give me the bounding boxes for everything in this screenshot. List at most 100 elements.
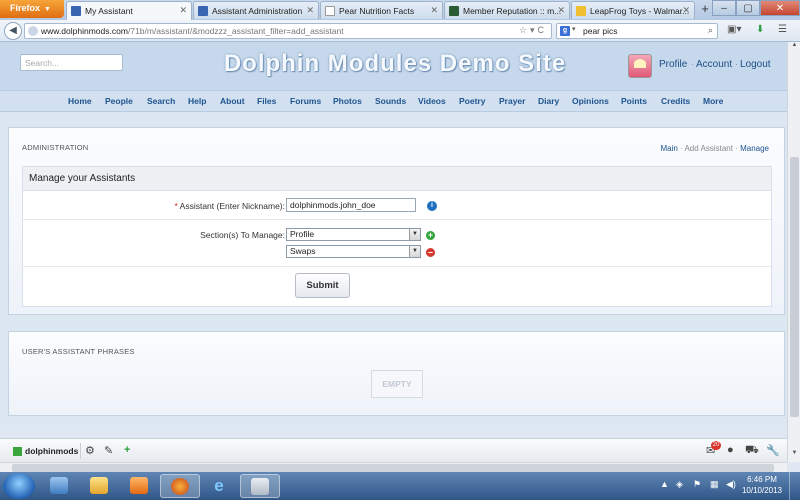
add-plus-icon[interactable]: + — [124, 444, 130, 456]
profile-link[interactable]: Profile — [659, 59, 687, 70]
avatar[interactable] — [628, 54, 652, 78]
menu-item-people[interactable]: People — [105, 96, 133, 106]
minimize-window-icon[interactable]: – — [712, 0, 736, 16]
user-icon[interactable]: ● — [727, 444, 734, 456]
menu-item-sounds[interactable]: Sounds — [375, 96, 406, 106]
menu-item-help[interactable]: Help — [188, 96, 206, 106]
close-tab-icon[interactable]: ✕ — [682, 5, 690, 16]
menu-item-opinions[interactable]: Opinions — [572, 96, 609, 106]
menu-item-photos[interactable]: Photos — [333, 96, 362, 106]
tab-label: Member Reputation :: m... — [463, 6, 562, 16]
taskbar-app-media-player[interactable] — [120, 474, 160, 498]
shield-app-icon — [50, 477, 68, 494]
taskbar-app-ie[interactable]: e — [200, 474, 240, 498]
notification-badge: 20 — [711, 441, 721, 450]
taskbar-app-shield[interactable] — [40, 474, 80, 498]
menu-item-credits[interactable]: Credits — [661, 96, 690, 106]
dock-username[interactable]: dolphinmods — [25, 446, 78, 456]
menu-item-about[interactable]: About — [220, 96, 245, 106]
network-icon[interactable]: ▦ — [710, 479, 719, 490]
browser-tab-my-assistant[interactable]: My Assistant ✕ — [66, 1, 192, 20]
download-arrow-icon[interactable]: ⬇ — [756, 24, 764, 35]
menu-item-search[interactable]: Search — [147, 96, 175, 106]
edit-icon[interactable]: ✎ — [104, 444, 113, 457]
scrollbar-thumb[interactable] — [790, 157, 799, 417]
close-tab-icon[interactable]: ✕ — [557, 5, 565, 16]
menu-item-home[interactable]: Home — [68, 96, 92, 106]
menu-item-poetry[interactable]: Poetry — [459, 96, 485, 106]
section-select-1[interactable]: Profile ▼ — [286, 228, 421, 241]
browser-tab-assistant-admin[interactable]: Assistant Administration ✕ — [193, 1, 319, 19]
add-section-plus-icon[interactable]: + — [426, 231, 435, 240]
tray-arrow-icon[interactable]: ▲ — [660, 479, 669, 489]
menu-item-diary[interactable]: Diary — [538, 96, 559, 106]
taskbar-app-paint[interactable] — [240, 474, 280, 498]
chevron-down-icon[interactable]: ▾ — [572, 25, 576, 33]
tab-label: LeapFrog Toys - Walmar... — [590, 6, 690, 16]
maximize-window-icon[interactable]: ▢ — [736, 0, 760, 16]
firefox-menu-button[interactable]: Firefox ▼ — [0, 0, 64, 18]
url-bar[interactable]: www.dolphinmods.com/71b/m/assistant/&mod… — [24, 23, 552, 39]
empty-state-button: EMPTY — [371, 370, 423, 398]
browser-tab-leapfrog[interactable]: LeapFrog Toys - Walmar... ✕ — [571, 1, 695, 19]
scroll-up-icon[interactable]: ▲ — [788, 42, 800, 53]
panel-links: Main · Add Assistant · Manage — [660, 144, 769, 153]
taskbar-app-explorer[interactable] — [80, 474, 120, 498]
browser-tab-member-reputation[interactable]: Member Reputation :: m... ✕ — [444, 1, 570, 19]
manage-link[interactable]: Manage — [740, 144, 769, 153]
logout-link[interactable]: Logout — [740, 59, 771, 70]
main-link[interactable]: Main — [660, 144, 677, 153]
menu-item-more[interactable]: More — [703, 96, 723, 106]
scrollbar-thumb[interactable] — [12, 464, 774, 472]
flag-icon[interactable]: ⚑ — [693, 479, 701, 490]
security-icon[interactable]: ◈ — [676, 479, 683, 490]
gear-icon[interactable]: ⚙ — [85, 444, 95, 457]
assistant-nickname-input[interactable]: dolphinmods.john_doe — [286, 198, 416, 212]
menu-icon[interactable]: ☰ — [778, 24, 787, 35]
new-tab-plus-icon[interactable]: + — [697, 2, 713, 18]
submit-button[interactable]: Submit — [295, 273, 350, 298]
chevron-down-icon: ▼ — [44, 6, 51, 13]
page-content: ADMINISTRATION Main · Add Assistant · Ma… — [0, 112, 800, 430]
cart-icon[interactable]: ⛟ — [745, 444, 759, 458]
menu-item-videos[interactable]: Videos — [418, 96, 446, 106]
close-tab-icon[interactable]: ✕ — [430, 5, 438, 16]
browser-tab-pear-nutrition[interactable]: Pear Nutrition Facts ✕ — [320, 1, 443, 19]
tab-label: Pear Nutrition Facts — [339, 6, 415, 16]
screenshot-tool-icon[interactable]: ▣▾ — [727, 24, 741, 35]
section-select-2[interactable]: Swaps ▼ — [286, 245, 421, 258]
close-tab-icon[interactable]: ✕ — [179, 5, 187, 16]
remove-section-minus-icon[interactable]: – — [426, 248, 435, 257]
taskbar-app-firefox[interactable] — [160, 474, 200, 498]
menu-item-points[interactable]: Points — [621, 96, 647, 106]
menu-item-files[interactable]: Files — [257, 96, 276, 106]
search-engine-icon[interactable]: g — [560, 26, 570, 36]
menu-item-forums[interactable]: Forums — [290, 96, 321, 106]
site-main-menu: Home People Search Help About Files Foru… — [0, 90, 800, 112]
firefox-menu-label: Firefox — [10, 3, 41, 13]
chevron-down-icon: ▼ — [409, 229, 420, 240]
bookmark-star-icon[interactable]: ☆▾C — [519, 25, 547, 36]
sections-row: Section(s) To Manage: Profile ▼ + Swaps … — [23, 221, 771, 267]
star-favicon-icon — [576, 6, 586, 16]
search-icon[interactable]: ⌕ — [708, 25, 713, 36]
scroll-down-icon[interactable]: ▼ — [788, 450, 800, 461]
volume-icon[interactable]: ◀) — [726, 479, 736, 490]
horizontal-scrollbar[interactable] — [0, 462, 787, 472]
browser-search-input[interactable]: g ▾ pear pics ⌕ — [556, 23, 718, 39]
wrench-icon[interactable]: 🔧 — [766, 444, 780, 457]
browser-navigation-bar: ◀ www.dolphinmods.com/71b/m/assistant/&m… — [0, 20, 800, 42]
separator-dot: · — [691, 59, 694, 69]
start-button-icon[interactable] — [3, 473, 35, 499]
close-tab-icon[interactable]: ✕ — [306, 5, 314, 16]
close-window-icon[interactable]: ✕ — [760, 0, 800, 16]
vertical-scrollbar[interactable]: ▲ ▼ — [787, 42, 800, 462]
taskbar-clock[interactable]: 6:46 PM 10/10/2013 — [741, 474, 783, 496]
search-query: pear pics — [583, 26, 618, 36]
info-icon[interactable]: i — [427, 201, 437, 211]
account-link[interactable]: Account — [696, 59, 732, 70]
menu-item-prayer[interactable]: Prayer — [499, 96, 525, 106]
back-arrow-icon[interactable]: ◀ — [4, 22, 22, 40]
show-desktop-button[interactable] — [789, 472, 800, 500]
add-assistant-link[interactable]: Add Assistant — [684, 144, 732, 153]
